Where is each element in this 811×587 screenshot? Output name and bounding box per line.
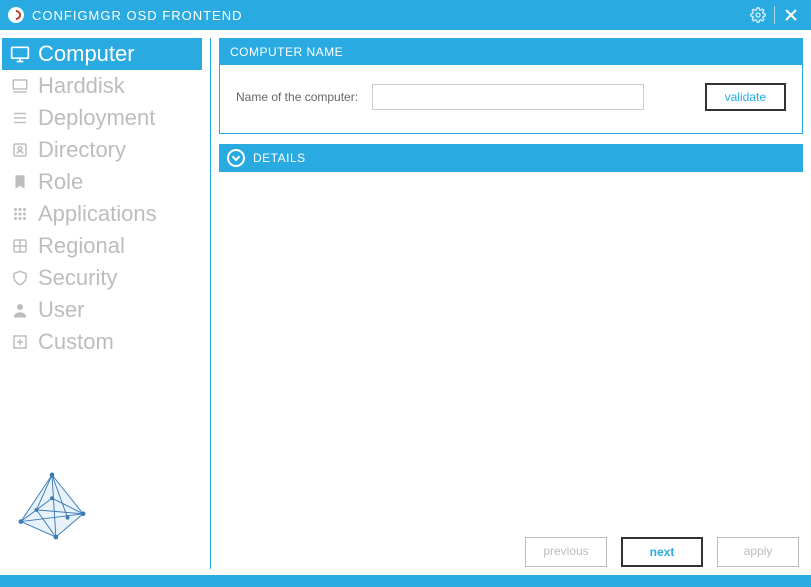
apply-button[interactable]: apply <box>717 537 799 567</box>
details-section-body <box>219 182 803 527</box>
sidebar-item-label: Security <box>38 265 117 291</box>
sidebar-item-label: Custom <box>38 329 114 355</box>
sidebar-item-label: Role <box>38 169 83 195</box>
monitor-icon <box>10 44 30 64</box>
harddisk-icon <box>10 76 30 96</box>
sidebar: Computer Harddisk Deployment Directory <box>2 38 202 569</box>
sidebar-item-label: Directory <box>38 137 126 163</box>
sidebar-item-applications[interactable]: Applications <box>2 198 202 230</box>
globe-icon <box>10 236 30 256</box>
sidebar-item-custom[interactable]: Custom <box>2 326 202 358</box>
sidebar-item-security[interactable]: Security <box>2 262 202 294</box>
titlebar-divider <box>774 6 775 24</box>
sccm-logo-icon <box>12 471 92 541</box>
gear-icon <box>750 7 766 23</box>
details-section-title: DETAILS <box>253 151 306 165</box>
settings-button[interactable] <box>746 7 770 23</box>
sidebar-item-label: Deployment <box>38 105 155 131</box>
sidebar-item-label: User <box>38 297 84 323</box>
titlebar: CONFIGMGR OSD FRONTEND <box>0 0 811 30</box>
panel-header: COMPUTER NAME <box>220 39 802 65</box>
sidebar-item-computer[interactable]: Computer <box>2 38 202 70</box>
sidebar-item-label: Computer <box>38 41 135 67</box>
wizard-footer: previous next apply <box>219 537 803 569</box>
sidebar-item-directory[interactable]: Directory <box>2 134 202 166</box>
previous-button[interactable]: previous <box>525 537 607 567</box>
user-icon <box>10 300 30 320</box>
contact-icon <box>10 140 30 160</box>
shield-icon <box>10 268 30 288</box>
sidebar-item-user[interactable]: User <box>2 294 202 326</box>
sidebar-item-harddisk[interactable]: Harddisk <box>2 70 202 102</box>
sidebar-item-label: Regional <box>38 233 125 259</box>
computer-name-label: Name of the computer: <box>236 90 358 104</box>
close-button[interactable] <box>779 9 803 21</box>
sidebar-item-deployment[interactable]: Deployment <box>2 102 202 134</box>
grid-icon <box>10 204 30 224</box>
bookmark-icon <box>10 172 30 192</box>
main-content: COMPUTER NAME Name of the computer: vali… <box>219 38 803 569</box>
sidebar-item-label: Harddisk <box>38 73 125 99</box>
validate-button[interactable]: validate <box>705 83 786 111</box>
sidebar-item-role[interactable]: Role <box>2 166 202 198</box>
sidebar-item-label: Applications <box>38 201 157 227</box>
list-icon <box>10 108 30 128</box>
details-section-toggle[interactable]: DETAILS <box>219 144 803 172</box>
computer-name-input[interactable] <box>372 84 644 110</box>
sidebar-item-regional[interactable]: Regional <box>2 230 202 262</box>
bottombar <box>0 575 811 587</box>
app-icon <box>8 7 24 23</box>
next-button[interactable]: next <box>621 537 703 567</box>
chevron-down-icon <box>227 149 245 167</box>
computer-name-panel: COMPUTER NAME Name of the computer: vali… <box>219 38 803 134</box>
vertical-divider <box>210 38 211 569</box>
sidebar-items: Computer Harddisk Deployment Directory <box>2 38 202 358</box>
plus-box-icon <box>10 332 30 352</box>
product-logo <box>2 463 202 569</box>
app-title: CONFIGMGR OSD FRONTEND <box>32 8 243 23</box>
close-icon <box>785 9 797 21</box>
